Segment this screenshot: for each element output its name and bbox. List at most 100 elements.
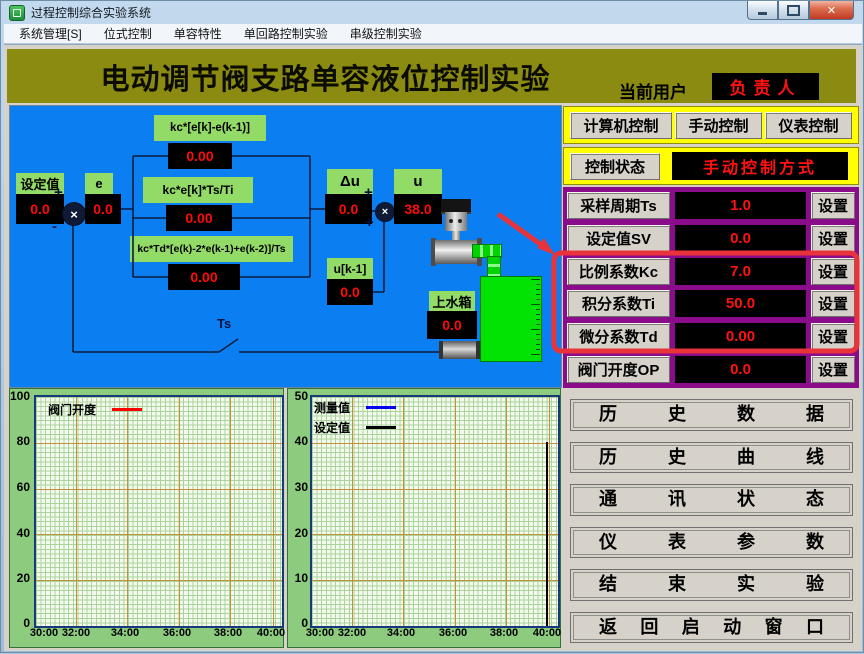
- chart-plot-area: [34, 395, 284, 628]
- return-start-window-button[interactable]: 返回启动窗口: [570, 612, 853, 644]
- menu-single-capacity[interactable]: 单容特性: [163, 23, 233, 44]
- param-row-ts: 采样周期Ts 1.0 设置: [567, 192, 855, 219]
- u-value: 38.0: [394, 194, 442, 224]
- current-user-label: 当前用户: [619, 78, 687, 103]
- sampling-switch-label: Ts: [217, 316, 231, 331]
- tank-ruler-short-ticks: [536, 279, 540, 359]
- x-tick: 34:00: [387, 627, 415, 639]
- y-tick: 0: [10, 616, 30, 630]
- window-controls: ✕: [747, 1, 854, 20]
- main-content: 电动调节阀支路单容液位控制实验 当前用户 负责人 设定值 0.0 + × - e…: [4, 44, 862, 651]
- valve-opening-trend-chart: 100 80 60 40 20 0 30:00 32:00 34:00 36:0…: [9, 388, 284, 648]
- u-prev-label: u[k-1]: [327, 258, 373, 279]
- param-value-sv: 0.0: [675, 225, 806, 252]
- x-tick: 38:00: [490, 627, 518, 639]
- set-button-td[interactable]: 设置: [811, 323, 855, 350]
- history-curve-button[interactable]: 历史曲线: [570, 442, 853, 474]
- app-icon: [9, 5, 25, 21]
- set-button-sv[interactable]: 设置: [811, 225, 855, 252]
- x-tick: 36:00: [163, 627, 191, 639]
- manual-control-button[interactable]: 手动控制: [675, 112, 762, 139]
- tank-label: 上水箱: [429, 291, 475, 311]
- param-value-op: 0.0: [675, 356, 806, 383]
- parameter-panel: 采样周期Ts 1.0 设置 设定值SV 0.0 设置 比例系数Kc 7.0 设置…: [563, 187, 859, 388]
- param-label-ti: 积分系数Ti: [567, 290, 670, 317]
- menu-onoff-control[interactable]: 位式控制: [93, 23, 163, 44]
- red-line-swatch: [112, 408, 142, 411]
- blue-line-swatch: [366, 406, 396, 409]
- sum2-top-plus-sign: +: [364, 184, 373, 201]
- param-row-op: 阀门开度OP 0.0 设置: [567, 356, 855, 383]
- x-tick: 34:00: [111, 627, 139, 639]
- maximize-icon: [787, 5, 800, 16]
- summing-junction-1: ×: [62, 202, 86, 226]
- history-data-button[interactable]: 历史数据: [570, 399, 853, 431]
- param-label-kc: 比例系数Kc: [567, 258, 670, 285]
- menu-cascade[interactable]: 串级控制实验: [339, 23, 433, 44]
- param-label-sv: 设定值SV: [567, 225, 670, 252]
- minimize-button[interactable]: [747, 1, 778, 20]
- page-title: 电动调节阀支路单容液位控制实验: [7, 56, 644, 98]
- i-term-formula: kc*e[k]*Ts/Ti: [143, 177, 253, 203]
- window-frame: 过程控制综合实验系统 ✕ 系统管理[S] 位式控制 单容特性 单回路控制实验 串…: [0, 0, 864, 653]
- instrument-control-button[interactable]: 仪表控制: [765, 112, 852, 139]
- param-value-td: 0.00: [675, 323, 806, 350]
- level-sensor: [439, 341, 480, 359]
- u-prev-value: 0.0: [327, 279, 373, 305]
- set-button-ts[interactable]: 设置: [811, 192, 855, 219]
- control-status-label: 控制状态: [570, 153, 660, 180]
- p-term-formula: kc*[e[k]-e(k-1)]: [154, 115, 266, 141]
- end-experiment-button[interactable]: 结束实验: [570, 569, 853, 601]
- nav-button-panel: 历史数据 历史曲线 通讯状态 仪表参数 结束实验 返回启动窗口: [565, 393, 858, 649]
- current-user-value: 负责人: [712, 73, 819, 100]
- i-term-value: 0.00: [166, 205, 232, 231]
- sum1-plus-sign: +: [54, 184, 63, 201]
- x-tick: 36:00: [439, 627, 467, 639]
- black-line-swatch: [366, 426, 396, 429]
- error-label: e: [85, 173, 113, 194]
- titlebar: 过程控制综合实验系统 ✕: [1, 1, 863, 24]
- close-icon: ✕: [827, 4, 836, 17]
- y-tick: 40: [288, 434, 308, 448]
- menubar: 系统管理[S] 位式控制 单容特性 单回路控制实验 串级控制实验: [4, 24, 862, 44]
- instrument-params-button[interactable]: 仪表参数: [570, 527, 853, 559]
- x-tick: 30:00: [30, 627, 58, 639]
- param-label-ts: 采样周期Ts: [567, 192, 670, 219]
- param-row-ti: 积分系数Ti 50.0 设置: [567, 290, 855, 317]
- set-button-op[interactable]: 设置: [811, 356, 855, 383]
- legend-valve-opening: 阀门开度: [48, 401, 142, 418]
- set-button-ti[interactable]: 设置: [811, 290, 855, 317]
- y-tick: 50: [288, 389, 308, 403]
- param-value-ti: 50.0: [675, 290, 806, 317]
- y-tick: 60: [10, 480, 30, 494]
- control-status-panel: 控制状态 手动控制方式: [563, 147, 859, 185]
- maximize-button[interactable]: [778, 1, 809, 20]
- window-title: 过程控制综合实验系统: [31, 4, 151, 21]
- tank-level-value: 0.0: [427, 311, 477, 339]
- banner: 电动调节阀支路单容液位控制实验 当前用户 负责人: [7, 49, 856, 103]
- control-status-value: 手动控制方式: [672, 152, 848, 180]
- param-value-kc: 7.0: [675, 258, 806, 285]
- control-block-diagram: 设定值 0.0 + × - e 0.0 kc*[e[k]-e(k-1)] 0.0…: [9, 105, 562, 388]
- y-tick: 10: [288, 571, 308, 585]
- comm-status-button[interactable]: 通讯状态: [570, 484, 853, 516]
- param-row-kc: 比例系数Kc 7.0 设置: [567, 258, 855, 285]
- y-tick: 20: [10, 571, 30, 585]
- y-tick: 100: [10, 389, 30, 403]
- p-term-value: 0.00: [168, 143, 232, 169]
- x-tick: 40:00: [257, 627, 285, 639]
- d-term-value: 0.00: [168, 264, 240, 290]
- set-button-kc[interactable]: 设置: [811, 258, 855, 285]
- x-tick: 40:00: [533, 627, 561, 639]
- menu-single-loop[interactable]: 单回路控制实验: [233, 23, 339, 44]
- computer-control-button[interactable]: 计算机控制: [570, 112, 672, 139]
- control-mode-panel: 计算机控制 手动控制 仪表控制: [563, 106, 859, 144]
- minimize-icon: [758, 12, 767, 15]
- menu-system-management[interactable]: 系统管理[S]: [8, 23, 93, 44]
- param-label-td: 微分系数Td: [567, 323, 670, 350]
- param-row-td: 微分系数Td 0.00 设置: [567, 323, 855, 350]
- param-value-ts: 1.0: [675, 192, 806, 219]
- upper-water-tank: [480, 276, 542, 362]
- close-button[interactable]: ✕: [809, 1, 854, 20]
- legend-setpoint-value: 设定值: [314, 419, 396, 436]
